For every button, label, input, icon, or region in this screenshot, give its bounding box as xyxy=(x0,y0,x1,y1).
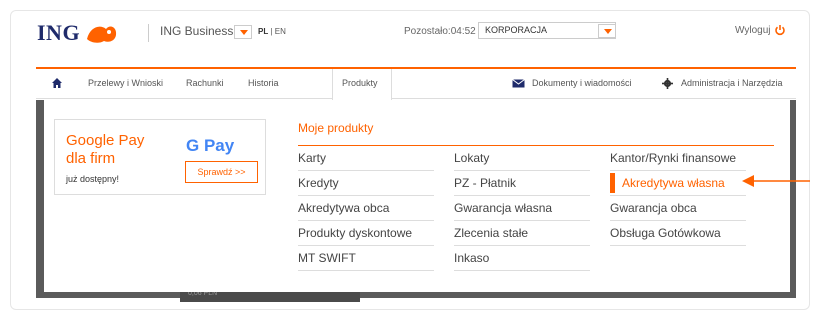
menu-divider xyxy=(610,170,746,171)
menu-item-gwarancja-obca[interactable]: Gwarancja obca xyxy=(610,201,697,215)
menu-divider xyxy=(298,245,434,246)
main-nav: Przelewy i Wnioski Rachunki Historia Pro… xyxy=(36,69,796,101)
menu-item-lokaty[interactable]: Lokaty xyxy=(454,151,489,165)
logo-text: ING xyxy=(37,20,81,45)
menu-divider xyxy=(454,245,590,246)
menu-item-zlecenia-stale[interactable]: Zlecenia stałe xyxy=(454,226,528,240)
app-name: ING Business xyxy=(160,24,234,38)
google-pay-promo[interactable]: Google Pay dla firm już dostępny! G Pay … xyxy=(54,119,266,195)
home-icon[interactable] xyxy=(51,77,63,89)
menu-item-kredyty[interactable]: Kredyty xyxy=(298,176,339,190)
app-switch-dropdown[interactable] xyxy=(234,25,252,39)
nav-admin[interactable]: Administracja i Narzędzia xyxy=(681,78,783,88)
menu-item-karty[interactable]: Karty xyxy=(298,151,326,165)
power-icon[interactable] xyxy=(774,24,786,36)
active-item-marker xyxy=(610,173,615,193)
menu-divider xyxy=(454,170,590,171)
gpay-logo-text: G Pay xyxy=(186,136,235,155)
language-switcher[interactable]: PL | EN xyxy=(258,27,286,36)
menu-divider xyxy=(454,195,590,196)
pointer-arrow-icon xyxy=(742,175,810,187)
menu-item-pz-platnik[interactable]: PZ - Płatnik xyxy=(454,176,516,190)
menu-divider xyxy=(454,270,590,271)
menu-divider xyxy=(298,170,434,171)
menu-divider xyxy=(298,220,434,221)
menu-divider xyxy=(298,270,434,271)
menu-divider xyxy=(454,220,590,221)
menu-item-mt-swift[interactable]: MT SWIFT xyxy=(298,251,356,265)
menu-item-gwarancja-wlasna[interactable]: Gwarancja własna xyxy=(454,201,552,215)
ing-logo[interactable]: ING xyxy=(37,20,120,46)
menu-item-obsluga-gotowkowa[interactable]: Obsługa Gotówkowa xyxy=(610,226,721,240)
context-dropdown-arrow[interactable] xyxy=(598,24,616,38)
lion-icon xyxy=(87,26,117,43)
promo-check-button[interactable]: Sprawdź >> xyxy=(185,161,258,183)
gear-icon[interactable] xyxy=(662,78,673,89)
nav-documents[interactable]: Dokumenty i wiadomości xyxy=(532,78,632,88)
context-select[interactable]: KORPORACJA xyxy=(478,22,616,39)
nav-rachunki[interactable]: Rachunki xyxy=(186,78,224,88)
menu-divider xyxy=(298,195,434,196)
nav-historia[interactable]: Historia xyxy=(248,78,279,88)
envelope-icon[interactable] xyxy=(512,79,525,88)
menu-item-akredytywa-wlasna[interactable]: Akredytywa własna xyxy=(622,176,725,190)
menu-item-produkty-dyskontowe[interactable]: Produkty dyskontowe xyxy=(298,226,412,240)
promo-subtitle: już dostępny! xyxy=(66,174,120,184)
logout-link[interactable]: Wyloguj xyxy=(735,25,770,36)
gpay-logo: G Pay xyxy=(186,136,234,156)
menu-divider xyxy=(610,245,746,246)
header-separator xyxy=(148,24,149,42)
menu-heading: Moje produkty xyxy=(298,121,374,135)
menu-divider xyxy=(610,195,746,196)
promo-title: Google Pay dla firm xyxy=(66,132,145,167)
lang-pl[interactable]: PL xyxy=(258,27,268,36)
nav-produkty[interactable]: Produkty xyxy=(342,78,378,88)
session-timer: Pozostało:04:52 xyxy=(404,26,476,37)
lang-en[interactable]: EN xyxy=(275,27,286,36)
nav-przelewy[interactable]: Przelewy i Wnioski xyxy=(88,78,163,88)
menu-item-kantor[interactable]: Kantor/Rynki finansowe xyxy=(610,151,736,165)
menu-divider xyxy=(610,220,746,221)
menu-item-inkaso[interactable]: Inkaso xyxy=(454,251,489,265)
menu-heading-underline xyxy=(298,145,774,146)
menu-item-akredytywa-obca[interactable]: Akredytywa obca xyxy=(298,201,389,215)
